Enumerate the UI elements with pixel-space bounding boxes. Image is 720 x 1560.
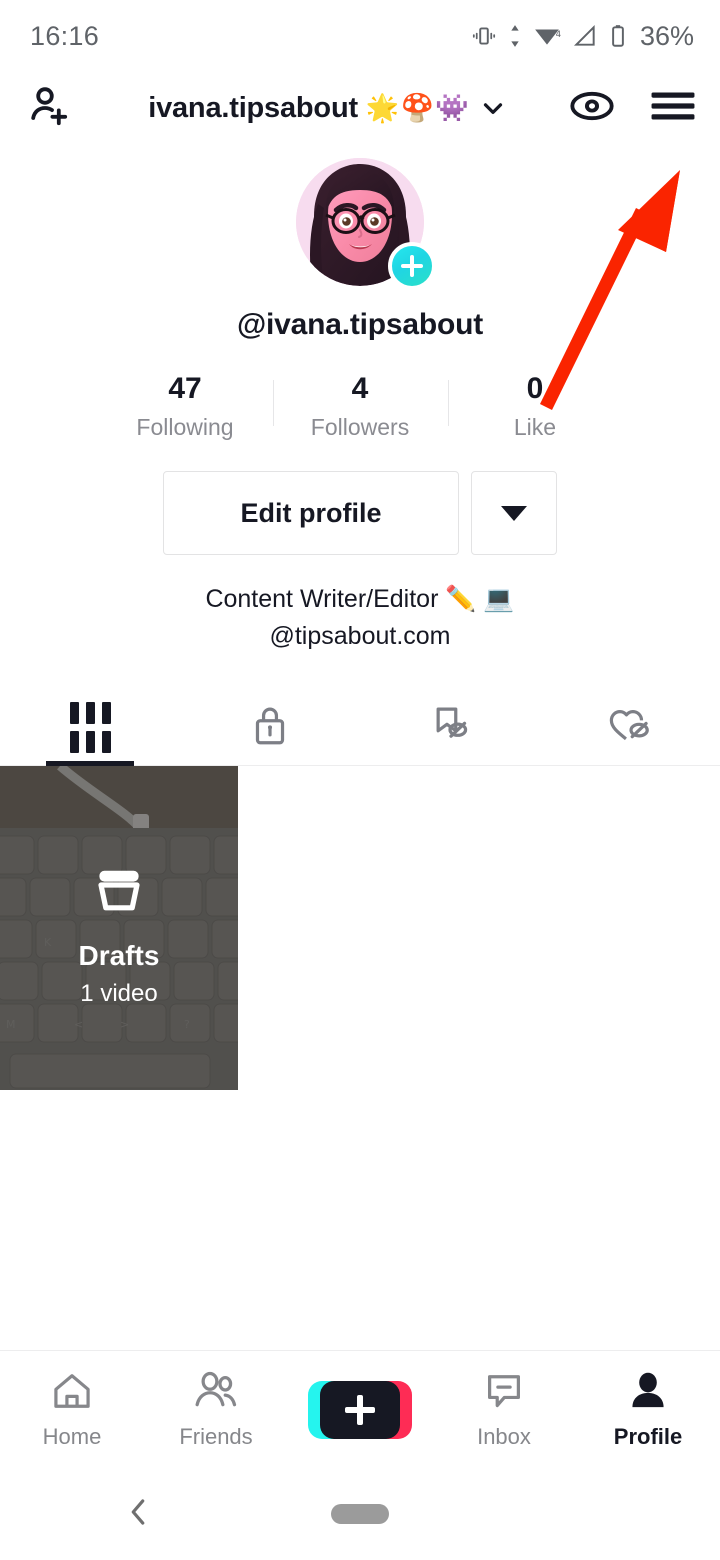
hamburger-menu-icon[interactable] [650, 87, 696, 130]
status-bar-time: 16:16 [30, 20, 100, 51]
bottom-navigation: Home Friends Inbox Profile [0, 1350, 720, 1468]
status-bar: 16:16 4 36% [0, 0, 720, 72]
wifi-icon: 4 [533, 23, 561, 49]
edit-profile-button[interactable]: Edit profile [163, 471, 459, 555]
status-bar-icons: 4 36% [471, 21, 694, 52]
nav-item-friends[interactable]: Friends [144, 1370, 288, 1450]
home-icon [50, 1370, 94, 1417]
back-chevron-icon[interactable] [122, 1493, 154, 1536]
stat-label: Following [136, 414, 234, 440]
profile-tabs [0, 689, 720, 766]
profile-handle: @ivana.tipsabout [236, 308, 484, 341]
profile-bio[interactable]: Content Writer/Editor ✏️ 💻 @tipsabout.co… [0, 581, 720, 655]
bio-line-2: @tipsabout.com [269, 622, 451, 650]
plus-glyph [345, 1394, 375, 1425]
create-core [320, 1380, 400, 1439]
profile-more-button[interactable] [471, 471, 557, 555]
stat-following[interactable]: 47 Following [98, 372, 273, 441]
stat-label: Like [513, 414, 557, 440]
nav-label: Friends [179, 1423, 253, 1449]
nav-label: Home [42, 1423, 102, 1449]
stat-count: 47 [168, 372, 202, 405]
tab-videos[interactable] [0, 689, 180, 765]
stat-label: Followers [310, 414, 410, 440]
nav-item-home[interactable]: Home [0, 1370, 144, 1450]
tab-private[interactable] [180, 689, 360, 765]
chevron-down-icon[interactable] [478, 93, 508, 123]
grid-icon [69, 701, 111, 753]
create-plus-icon[interactable] [308, 1380, 412, 1439]
nav-item-inbox[interactable]: Inbox [432, 1370, 576, 1450]
stat-likes[interactable]: 0 Like [447, 372, 623, 441]
stat-count: 0 [526, 372, 544, 405]
header-actions [568, 86, 696, 131]
svg-text:4: 4 [556, 30, 561, 40]
profile-person-icon [626, 1370, 670, 1417]
lock-icon [249, 703, 291, 752]
tab-liked[interactable] [540, 689, 720, 765]
profile-actions: Edit profile [0, 471, 720, 555]
data-transfer-icon [508, 23, 522, 49]
profile-section: @ivana.tipsabout 47 Following 4 Follower… [0, 144, 720, 655]
header-username-emojis: 🌟🍄👾 [365, 93, 470, 123]
add-person-icon [26, 82, 74, 135]
nav-label: Profile [613, 1423, 683, 1449]
home-indicator-pill[interactable] [331, 1504, 389, 1524]
drafts-subtitle: 1 video [80, 979, 158, 1007]
drafts-title: Drafts [78, 939, 160, 971]
bookmark-hidden-icon [427, 703, 473, 752]
heart-hidden-icon [606, 703, 654, 752]
caret-down-icon [501, 505, 527, 521]
add-friend-button[interactable] [26, 82, 88, 135]
video-grid: KM < >? Drafts 1 video [0, 766, 720, 1090]
username-dropdown[interactable]: ivana.tipsabout 🌟🍄👾 [88, 92, 568, 125]
profile-header: ivana.tipsabout 🌟🍄👾 [0, 72, 720, 144]
vibrate-icon [471, 23, 497, 49]
bio-line-1: Content Writer/Editor ✏️ 💻 [205, 585, 515, 613]
drafts-cell[interactable]: KM < >? Drafts 1 video [0, 766, 238, 1090]
cellular-signal-icon [572, 23, 598, 49]
stat-count: 4 [351, 372, 369, 405]
header-username: ivana.tipsabout [148, 91, 358, 124]
battery-icon [609, 23, 627, 49]
tab-saved[interactable] [360, 689, 540, 765]
drafts-box-icon [91, 869, 147, 924]
android-navigation-bar [0, 1468, 720, 1560]
add-avatar-badge[interactable] [388, 242, 436, 290]
nav-item-profile[interactable]: Profile [576, 1370, 720, 1450]
friends-icon [192, 1370, 240, 1417]
drafts-overlay: Drafts 1 video [0, 766, 238, 1090]
profile-stats: 47 Following 4 Followers 0 Like [0, 372, 720, 441]
stat-followers[interactable]: 4 Followers [272, 372, 448, 441]
eye-icon[interactable] [568, 86, 616, 131]
nav-label: Inbox [477, 1423, 531, 1449]
avatar-container[interactable] [296, 158, 436, 290]
inbox-icon [482, 1370, 526, 1417]
nav-item-create[interactable] [288, 1380, 432, 1439]
battery-percent-label: 36% [639, 20, 694, 51]
